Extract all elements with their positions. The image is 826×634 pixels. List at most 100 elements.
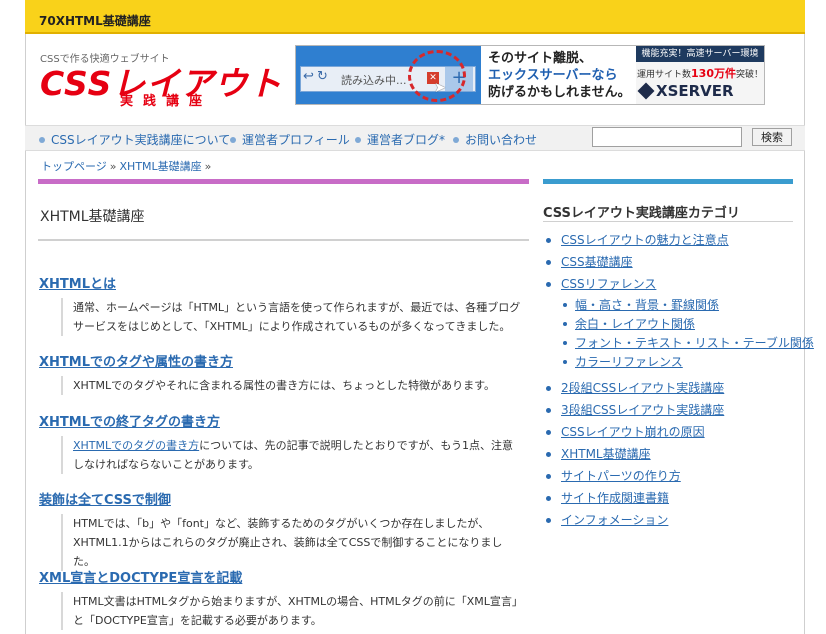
article-summary: HTML文書はHTMLタグから始まりますが、XHTMLの場合、HTMLタグの前に… [61,592,523,630]
sidebar-category-list: CSSレイアウトの魅力と注意点 CSS基礎講座 CSSリファレンス 幅・高さ・背… [543,230,814,532]
sidebar-item-css-basics[interactable]: CSS基礎講座 [543,252,793,274]
sidebar-item-layout-break[interactable]: CSSレイアウト崩れの原因 [543,422,793,444]
page: 70XHTML基礎講座 CSSで作る快適ウェブサイト CSSレイアウト 実践講座… [0,0,826,634]
nav-bullet-icon [355,137,361,143]
article-title-link[interactable]: 装飾は全てCSSで制御 [39,489,529,508]
sidebar-item-label: 2段組CSSレイアウト実践講座 [561,381,725,395]
bullet-icon [546,386,551,391]
sidebar-subitem-font-text[interactable]: フォント・テキスト・リスト・テーブル関係 [543,334,814,353]
sidebar-item-label: 3段組CSSレイアウト実践講座 [561,403,725,417]
ad-message-line-2: エックスサーバーなら [488,68,618,83]
sidebar-subitem-label: 余白・レイアウト関係 [575,317,696,331]
bullet-icon [546,408,551,413]
article-summary: 通常、ホームページは「HTML」という言語を使って作られますが、最近では、各種ブ… [61,298,523,336]
sidebar-item-label: CSS基礎講座 [561,255,633,269]
ad-site-count-suffix: 突破！ [735,70,763,80]
ad-banner[interactable]: ↩ ↻ 読み込み中... ✕ + ➤ そのサイト離脱、 エックスサーバーなら 防… [295,45,765,105]
nav-item-about[interactable]: CSSレイアウト実践講座について [39,131,230,148]
article: 装飾は全てCSSで制御 HTMLでは、「b」や「font」など、装飾するためのタ… [39,489,529,571]
bullet-icon [563,341,567,345]
sidebar-item-label: CSSレイアウト崩れの原因 [561,425,705,439]
bullet-icon [546,474,551,479]
article-title-link[interactable]: XML宣言とDOCTYPE宣言を記載 [39,567,529,586]
article-title-link[interactable]: XHTMLでのタグや属性の書き方 [39,351,529,370]
bullet-icon [546,452,551,457]
nav-item-label: CSSレイアウト実践講座について [51,133,231,147]
breadcrumb-home[interactable]: トップページ [41,160,107,173]
article-summary: XHTMLでのタグの書き方については、先の記事で説明したとおりですが、もう1点、… [61,436,523,474]
ad-back-arrow-icon: ↩ [303,69,314,84]
sidebar-item-label: CSSリファレンス [561,277,657,291]
sidebar-item-label: インフォメーション [561,513,669,527]
sidebar-item-css-reference[interactable]: CSSリファレンス [543,274,793,296]
sidebar-item-label: CSSレイアウトの魅力と注意点 [561,233,729,247]
sidebar-item-label: XHTML基礎講座 [561,447,651,461]
ad-browser-illustration: ↩ ↻ 読み込み中... ✕ + ➤ [296,46,481,104]
sidebar-item-site-parts[interactable]: サイトパーツの作り方 [543,466,793,488]
ad-loading-text: 読み込み中... [341,74,407,87]
bullet-icon [546,496,551,501]
bullet-icon [563,303,567,307]
logo-sub-text: 実践講座 [120,94,213,109]
ad-brand-name: XSERVER [656,82,734,100]
sidebar-subitem-label: 幅・高さ・背景・罫線関係 [575,298,720,312]
ad-site-count: 運用サイト数130万件突破！ [636,65,764,81]
breadcrumb: トップページ» XHTML基礎講座» [41,158,214,174]
article-title-link[interactable]: XHTMLとは [39,273,529,292]
sidebar-item-information[interactable]: インフォメーション [543,510,793,532]
nav-bullet-icon [230,137,236,143]
nav-item-profile[interactable]: 運営者プロフィール [230,131,350,148]
bullet-icon [546,430,551,435]
sidebar-subitem-color-reference[interactable]: カラーリファレンス [543,353,793,372]
ad-feature-text: 機能充実！高速サーバー環境 [636,46,764,62]
article-inline-link[interactable]: XHTMLでのタグの書き方 [73,439,199,452]
article-summary: XHTMLでのタグやそれに含まれる属性の書き方には、ちょっとした特徴があります。 [61,376,523,395]
nav-item-blog[interactable]: 運営者ブログ* [355,131,445,148]
sidebar-heading: CSSレイアウト実践講座カテゴリ [543,206,740,221]
logo-tagline: CSSで作る快適ウェブサイト [40,54,170,65]
article: XHTMLでのタグや属性の書き方 XHTMLでのタグやそれに含まれる属性の書き方… [39,351,529,395]
bullet-icon [563,360,567,364]
bullet-icon [546,260,551,265]
search-button[interactable]: 検索 [752,128,792,146]
sidebar-subitem-label: フォント・テキスト・リスト・テーブル関係 [575,336,814,350]
nav-item-label: 運営者ブログ* [367,133,446,147]
top-bar: 70XHTML基礎講座 [25,0,805,34]
sidebar-item-css-layout-appeal[interactable]: CSSレイアウトの魅力と注意点 [543,230,793,252]
page-title: XHTML基礎講座 [40,209,145,225]
bullet-icon [546,238,551,243]
sidebar-subitem-margin-layout[interactable]: 余白・レイアウト関係 [543,315,793,334]
nav-bullet-icon [453,137,459,143]
sidebar-subitem-label: カラーリファレンス [575,355,683,369]
sidebar-item-books[interactable]: サイト作成関連書籍 [543,488,793,510]
breadcrumb-separator: » [204,160,212,173]
article: XHTMLでの終了タグの書き方 XHTMLでのタグの書き方については、先の記事で… [39,411,529,474]
ad-site-count-prefix: 運用サイト数 [637,70,692,80]
search-input[interactable] [592,127,742,147]
breadcrumb-current[interactable]: XHTML基礎講座 [120,160,202,173]
sidebar-header-rule [543,179,793,184]
article: XHTMLとは 通常、ホームページは「HTML」という言語を使って作られますが、… [39,273,529,336]
breadcrumb-separator: » [109,160,117,173]
ad-message: そのサイト離脱、 エックスサーバーなら 防げるかもしれません。 [488,50,638,101]
nav-item-label: 運営者プロフィール [242,133,350,147]
sidebar-item-label: サイトパーツの作り方 [561,469,681,483]
nav-item-label: お問い合わせ [465,133,538,147]
article-title-link[interactable]: XHTMLでの終了タグの書き方 [39,411,529,430]
ad-cursor-icon: ➤ [434,80,446,96]
ad-brand-panel: 機能充実！高速サーバー環境 運用サイト数130万件突破！ XSERVER [636,46,764,104]
title-divider [38,239,529,241]
ad-refresh-icon: ↻ [317,69,328,84]
ad-message-line-3: 防げるかもしれません。 [488,85,631,100]
sidebar-item-label: サイト作成関連書籍 [561,491,670,505]
bullet-icon [546,282,551,287]
sidebar-item-three-column[interactable]: 3段組CSSレイアウト実践講座 [543,400,793,422]
sidebar-item-xhtml-basics[interactable]: XHTML基礎講座 [543,444,793,466]
nav-item-contact[interactable]: お問い合わせ [453,131,537,148]
ad-brand: XSERVER [637,82,764,100]
sidebar-heading-rule [543,221,793,222]
sidebar-subitem-size-bg-border[interactable]: 幅・高さ・背景・罫線関係 [543,296,793,315]
top-bar-title: 70XHTML基礎講座 [39,14,151,28]
sidebar-item-two-column[interactable]: 2段組CSSレイアウト実践講座 [543,378,793,400]
site-logo[interactable]: CSSで作る快適ウェブサイト CSSレイアウト 実践講座 [40,50,290,110]
